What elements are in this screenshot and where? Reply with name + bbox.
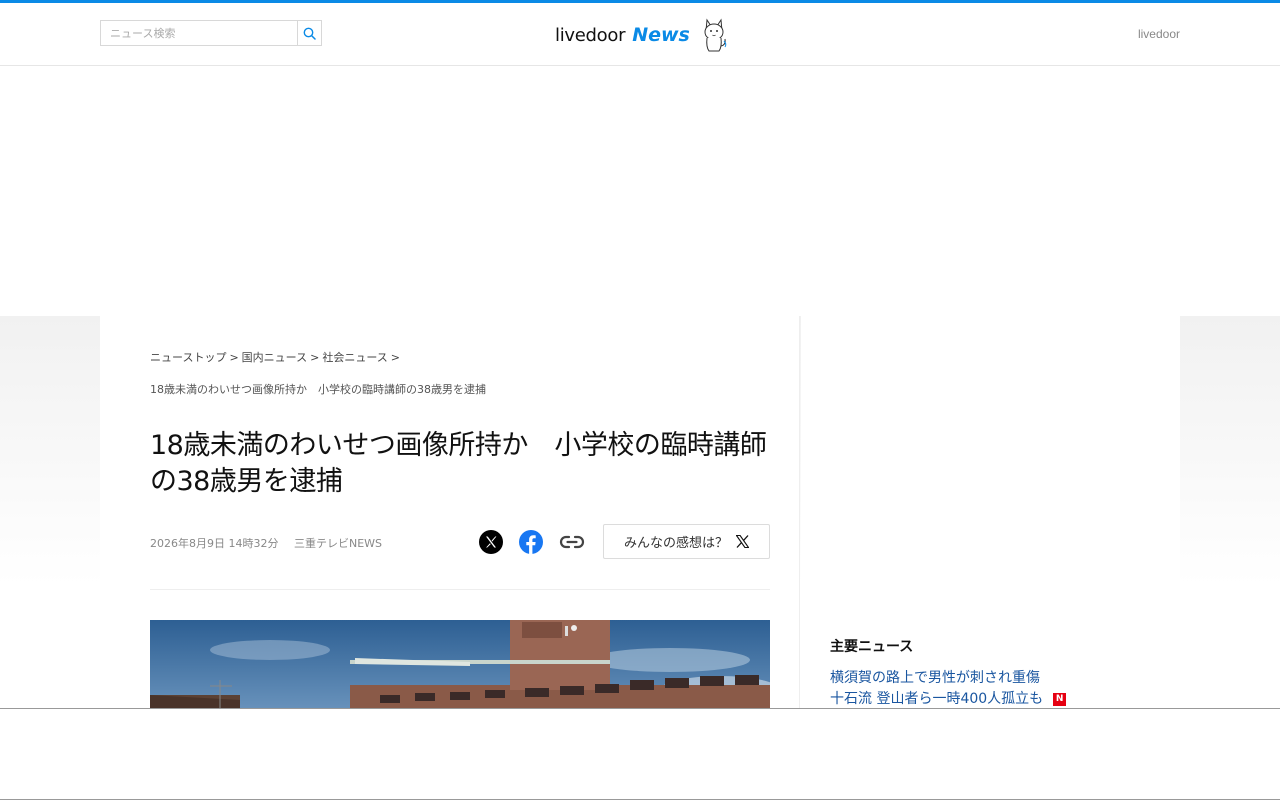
- x-icon: [736, 535, 749, 548]
- breadcrumb-news-top[interactable]: ニューストップ: [150, 351, 226, 364]
- article-date: 2026年8月9日 14時32分: [150, 537, 279, 550]
- breadcrumb-current: 18歳未満のわいせつ画像所持か 小学校の臨時講師の38歳男を逮捕: [150, 383, 486, 396]
- breadcrumb-society[interactable]: 社会ニュース: [322, 351, 387, 364]
- photo-building-image: [150, 620, 770, 708]
- article-divider: [150, 589, 770, 590]
- new-badge: N: [1053, 692, 1067, 706]
- main-news-item: 十石流 登山者ら一時400人孤立も N: [830, 689, 1067, 708]
- site-header: livedoor News livedoor: [0, 3, 1280, 66]
- copy-link-button[interactable]: [559, 529, 585, 555]
- logo-text-news: News: [632, 24, 690, 46]
- search-button[interactable]: [297, 21, 321, 45]
- search-input[interactable]: [101, 21, 297, 45]
- breadcrumb-separator: >: [310, 351, 320, 364]
- link-icon: [559, 535, 585, 549]
- mascot-icon: [704, 18, 727, 52]
- article-title: 18歳未満のわいせつ画像所持か 小学校の臨時講師の38歳男を逮捕: [150, 430, 767, 497]
- facebook-icon: [519, 530, 543, 554]
- main-news-item: 横須賀の路上で男性が刺され重傷: [830, 668, 1066, 688]
- breadcrumb: ニューストップ > 国内ニュース > 社会ニュース >: [150, 351, 403, 365]
- search-icon: [303, 27, 316, 40]
- sidebar: 主要ニュース 横須賀の路上で男性が刺され重傷 十石流 登山者ら一時400人孤立も…: [801, 316, 1180, 708]
- livedoor-link[interactable]: livedoor: [1138, 27, 1180, 41]
- site-logo[interactable]: livedoor News: [555, 15, 728, 55]
- breadcrumb-separator: >: [229, 351, 239, 364]
- breadcrumb-domestic[interactable]: 国内ニュース: [242, 351, 307, 364]
- main-news-link[interactable]: 十石流 登山者ら一時400人孤立も: [830, 689, 1043, 708]
- share-x-button[interactable]: [478, 529, 504, 555]
- sidebar-section-title: 主要ニュース: [830, 639, 914, 655]
- main-news-list: 横須賀の路上で男性が刺され重傷 十石流 登山者ら一時400人孤立も N: [830, 668, 1067, 708]
- article-column: ニューストップ > 国内ニュース > 社会ニュース > 18歳未満のわいせつ画像所持か 小…: [100, 316, 800, 708]
- x-icon: [479, 530, 503, 554]
- reactions-label: みんなの感想は？: [623, 536, 728, 551]
- article-photo: [150, 620, 770, 708]
- article-source-link[interactable]: 三重テレビNEWS: [294, 535, 382, 551]
- bottom-ad-banner: [0, 708, 1280, 800]
- search-form: [100, 20, 322, 46]
- reactions-button[interactable]: みんなの感想は？: [603, 524, 770, 559]
- share-facebook-button[interactable]: [518, 529, 544, 555]
- main-news-link[interactable]: 横須賀の路上で男性が刺され重傷: [830, 668, 1040, 688]
- logo-text-main: livedoor: [555, 24, 626, 46]
- breadcrumb-separator: >: [390, 351, 401, 364]
- ad-space: [0, 66, 1280, 316]
